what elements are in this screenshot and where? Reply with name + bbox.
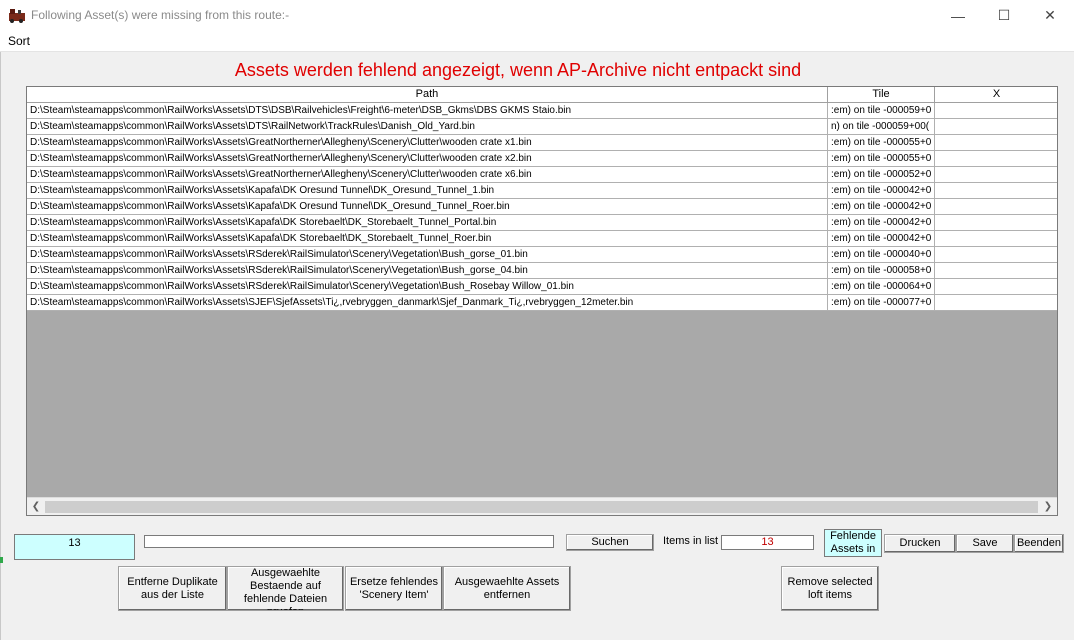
selected-count-box: 13 — [14, 534, 135, 560]
path-cell: D:\Steam\steamapps\common\RailWorks\Asse… — [27, 231, 828, 247]
tile-cell: :em) on tile -000042+0 — [828, 199, 935, 215]
x-cell — [935, 151, 1057, 167]
x-cell — [935, 215, 1057, 231]
chevron-left-icon[interactable]: ❮ — [29, 500, 43, 514]
remove-duplicates-button[interactable]: Entferne Duplikate aus der Liste — [118, 566, 227, 611]
tile-cell: :em) on tile -000055+0 — [828, 151, 935, 167]
locomotive-icon — [9, 9, 25, 23]
table-row[interactable]: D:\Steam\steamapps\common\RailWorks\Asse… — [27, 279, 1057, 295]
column-header-tile[interactable]: Tile — [828, 87, 935, 103]
edge-marker — [0, 557, 3, 563]
horizontal-scrollbar[interactable]: ❮ ❯ — [27, 497, 1057, 515]
search-input[interactable] — [144, 535, 554, 548]
title-bar: Following Asset(s) were missing from thi… — [0, 0, 1074, 31]
path-cell: D:\Steam\steamapps\common\RailWorks\Asse… — [27, 135, 828, 151]
print-button[interactable]: Drucken — [884, 534, 956, 553]
items-count-field: 13 — [721, 535, 814, 550]
missing-assets-label[interactable]: Fehlende Assets in — [824, 529, 882, 557]
scrollbar-thumb[interactable] — [45, 501, 1038, 513]
table-row[interactable]: D:\Steam\steamapps\common\RailWorks\Asse… — [27, 295, 1057, 311]
path-cell: D:\Steam\steamapps\common\RailWorks\Asse… — [27, 103, 828, 119]
x-cell — [935, 199, 1057, 215]
path-cell: D:\Steam\steamapps\common\RailWorks\Asse… — [27, 167, 828, 183]
path-cell: D:\Steam\steamapps\common\RailWorks\Asse… — [27, 279, 828, 295]
path-cell: D:\Steam\steamapps\common\RailWorks\Asse… — [27, 119, 828, 135]
table-row[interactable]: D:\Steam\steamapps\common\RailWorks\Asse… — [27, 215, 1057, 231]
x-cell — [935, 183, 1057, 199]
x-cell — [935, 295, 1057, 311]
table-row[interactable]: D:\Steam\steamapps\common\RailWorks\Asse… — [27, 199, 1057, 215]
path-cell: D:\Steam\steamapps\common\RailWorks\Asse… — [27, 295, 828, 311]
x-cell — [935, 167, 1057, 183]
search-button[interactable]: Suchen — [566, 534, 654, 551]
tile-cell: n) on tile -000059+00( — [828, 119, 935, 135]
path-cell: D:\Steam\steamapps\common\RailWorks\Asse… — [27, 247, 828, 263]
path-cell: D:\Steam\steamapps\common\RailWorks\Asse… — [27, 263, 828, 279]
x-cell — [935, 247, 1057, 263]
tile-cell: :em) on tile -000058+0 — [828, 263, 935, 279]
path-cell: D:\Steam\steamapps\common\RailWorks\Asse… — [27, 183, 828, 199]
minimize-button[interactable]: — — [935, 0, 981, 31]
table-row[interactable]: D:\Steam\steamapps\common\RailWorks\Asse… — [27, 119, 1057, 135]
x-cell — [935, 279, 1057, 295]
table-row[interactable]: D:\Steam\steamapps\common\RailWorks\Asse… — [27, 183, 1057, 199]
table-row[interactable]: D:\Steam\steamapps\common\RailWorks\Asse… — [27, 263, 1057, 279]
window-title: Following Asset(s) were missing from thi… — [31, 8, 290, 22]
column-header-x[interactable]: X — [935, 87, 1057, 103]
tile-cell: :em) on tile -000042+0 — [828, 231, 935, 247]
table-row[interactable]: D:\Steam\steamapps\common\RailWorks\Asse… — [27, 103, 1057, 119]
tile-cell: :em) on tile -000042+0 — [828, 215, 935, 231]
remove-loft-items-button[interactable]: Remove selected loft items — [781, 566, 879, 611]
tile-cell: :em) on tile -000052+0 — [828, 167, 935, 183]
maximize-button[interactable]: ☐ — [981, 0, 1027, 31]
table-row[interactable]: D:\Steam\steamapps\common\RailWorks\Asse… — [27, 167, 1057, 183]
table-row[interactable]: D:\Steam\steamapps\common\RailWorks\Asse… — [27, 135, 1057, 151]
close-button[interactable]: ✕ — [1027, 0, 1073, 31]
items-in-list-label: Items in list — [663, 535, 719, 547]
path-cell: D:\Steam\steamapps\common\RailWorks\Asse… — [27, 151, 828, 167]
tile-cell: :em) on tile -000042+0 — [828, 183, 935, 199]
info-banner: Assets werden fehlend angezeigt, wenn AP… — [234, 60, 802, 80]
asset-grid[interactable]: Path Tile X D:\Steam\steamapps\common\Ra… — [26, 86, 1058, 516]
column-header-path[interactable]: Path — [27, 87, 828, 103]
path-cell: D:\Steam\steamapps\common\RailWorks\Asse… — [27, 199, 828, 215]
table-row[interactable]: D:\Steam\steamapps\common\RailWorks\Asse… — [27, 231, 1057, 247]
x-cell — [935, 263, 1057, 279]
x-cell — [935, 119, 1057, 135]
tile-cell: :em) on tile -000055+0 — [828, 135, 935, 151]
replace-scenery-item-button[interactable]: Ersetze fehlendes 'Scenery Item' — [345, 566, 443, 611]
menu-sort[interactable]: Sort — [8, 34, 30, 48]
remove-selected-assets-button[interactable]: Ausgewaehlte Assets entfernen — [443, 566, 571, 611]
check-existing-button[interactable]: Ausgewaehlte Bestaende auf fehlende Date… — [227, 566, 344, 611]
tile-cell: :em) on tile -000059+0 — [828, 103, 935, 119]
x-cell — [935, 231, 1057, 247]
tile-cell: :em) on tile -000064+0 — [828, 279, 935, 295]
table-row[interactable]: D:\Steam\steamapps\common\RailWorks\Asse… — [27, 247, 1057, 263]
tile-cell: :em) on tile -000040+0 — [828, 247, 935, 263]
x-cell — [935, 135, 1057, 151]
exit-button[interactable]: Beenden — [1014, 534, 1064, 553]
save-button[interactable]: Save — [956, 534, 1014, 553]
menu-bar: Sort — [0, 31, 1074, 52]
path-cell: D:\Steam\steamapps\common\RailWorks\Asse… — [27, 215, 828, 231]
chevron-right-icon[interactable]: ❯ — [1041, 500, 1055, 514]
tile-cell: :em) on tile -000077+0 — [828, 295, 935, 311]
table-row[interactable]: D:\Steam\steamapps\common\RailWorks\Asse… — [27, 151, 1057, 167]
x-cell — [935, 103, 1057, 119]
